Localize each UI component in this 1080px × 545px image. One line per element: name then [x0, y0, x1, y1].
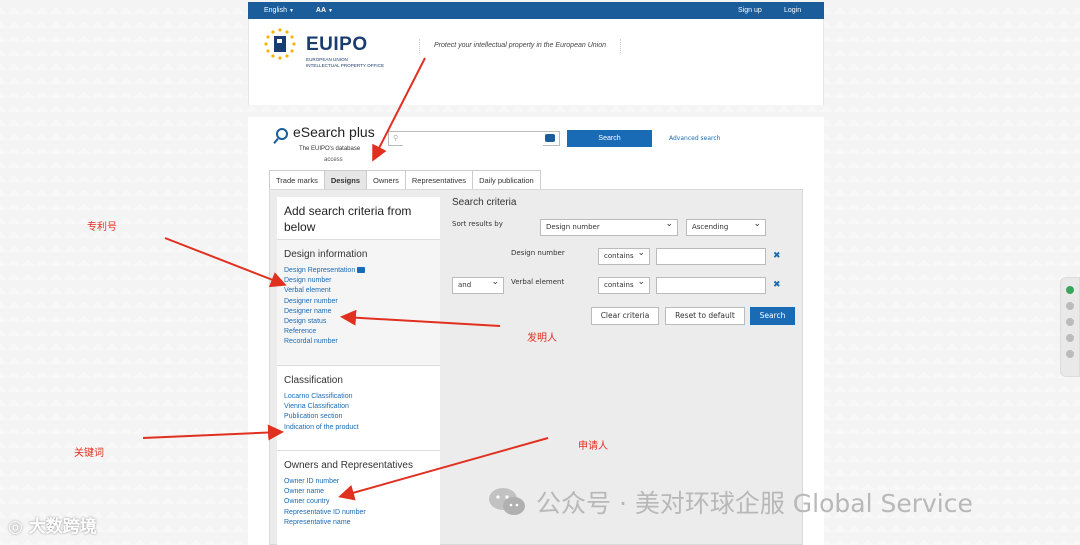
tool-icon[interactable]: [1066, 350, 1074, 358]
arrow-to-designer-name: [340, 309, 501, 327]
tool-icon[interactable]: [1066, 334, 1074, 342]
annotation-keyword: 关键词: [74, 448, 104, 459]
annotation-arrows: [142, 57, 549, 501]
arrow-to-design-number: [164, 237, 287, 288]
tool-icon[interactable]: [1066, 302, 1074, 310]
arrow-to-indication-of-product: [142, 424, 284, 441]
brand-watermark: ◎ 大数跨境: [8, 517, 97, 537]
brand-logo-icon: ◎: [8, 517, 23, 537]
tool-icon[interactable]: [1066, 286, 1074, 294]
annotation-applicant: 申请人: [578, 441, 608, 452]
wechat-watermark: 公众号 · 美对环球企服 Global Service: [488, 484, 973, 520]
annotation-patent-number: 专利号: [87, 222, 117, 233]
floating-toolbar[interactable]: [1060, 277, 1080, 377]
wechat-icon: [489, 488, 525, 515]
arrow-to-designs-tab: [372, 57, 426, 162]
tool-icon[interactable]: [1066, 318, 1074, 326]
annotation-inventor: 发明人: [527, 333, 557, 344]
